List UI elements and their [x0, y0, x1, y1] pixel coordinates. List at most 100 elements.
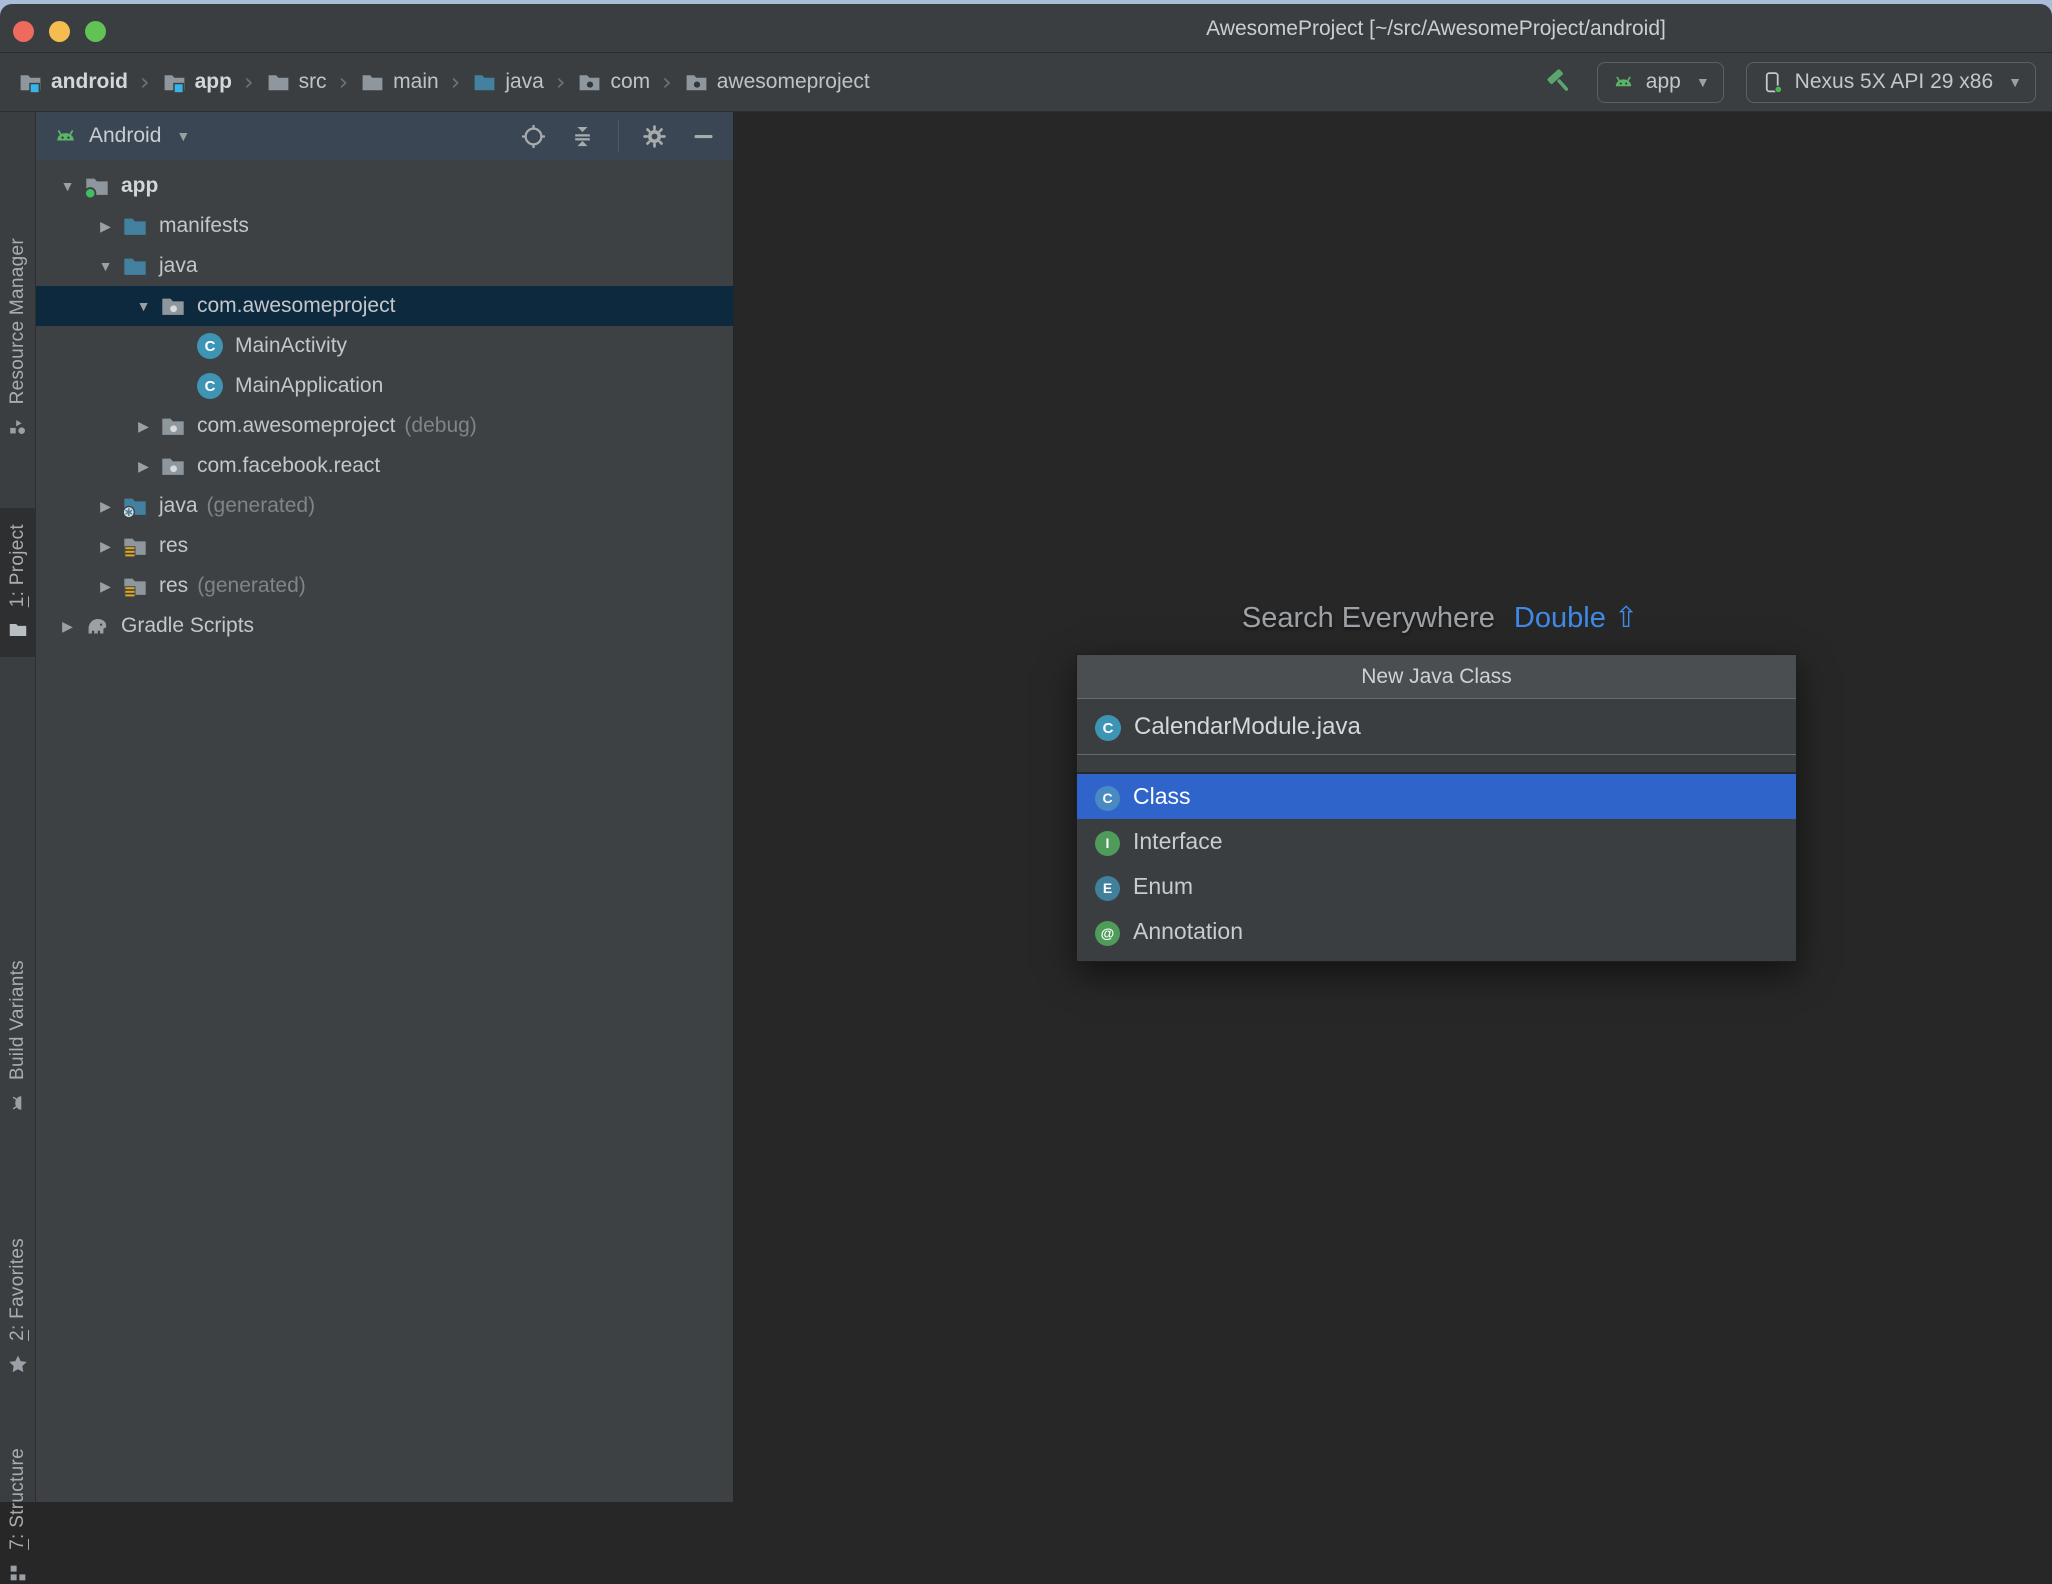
chevron-right-icon[interactable]: ▶ [128, 458, 159, 475]
tree-item-mainactivity[interactable]: C MainActivity [36, 326, 733, 366]
tree-item-app[interactable]: ▼ app [36, 166, 733, 206]
breadcrumb-separator: › [662, 68, 672, 96]
tree-item-label: MainApplication [235, 374, 384, 397]
run-configuration-selector[interactable]: app ▼ [1596, 61, 1724, 103]
tree-item-label: manifests [159, 214, 249, 237]
popup-option-label: Annotation [1133, 918, 1243, 944]
phone-device-icon [1760, 70, 1785, 95]
tree-item-label: app [121, 174, 159, 197]
chevron-right-icon[interactable]: ▶ [90, 578, 121, 595]
class-icon: C [1095, 712, 1121, 742]
project-panel-header: Android ▼ [36, 112, 733, 160]
package-folder-icon [159, 413, 187, 440]
build-variants-icon [7, 1092, 29, 1114]
popup-title: New Java Class [1077, 655, 1796, 699]
favorites-icon [7, 1353, 29, 1375]
breadcrumb-item-com[interactable]: com [577, 70, 650, 95]
breadcrumb-separator: › [338, 68, 349, 96]
tool-strip-item-resource-manager[interactable]: Resource Manager [0, 238, 35, 438]
chevron-right-icon[interactable]: ▶ [90, 538, 121, 555]
chevron-down-icon[interactable]: ▼ [90, 258, 121, 274]
gradle-elephant-icon [83, 613, 111, 640]
popup-option-label: Class [1133, 783, 1191, 809]
package-folder-icon [159, 453, 187, 480]
shift-key-icon: ⇧ [1613, 602, 1639, 634]
folder-teal-icon [121, 213, 149, 240]
shortcut-label: Double [1513, 602, 1606, 634]
tree-item-com.awesomeproject[interactable]: ▼ com.awesomeproject [36, 286, 733, 326]
chevron-right-icon[interactable]: ▶ [128, 418, 159, 435]
close-window-button[interactable] [13, 21, 34, 42]
tree-item-res-generated[interactable]: ▶ res (generated) [36, 566, 733, 606]
chevron-down-icon[interactable]: ▼ [128, 298, 159, 314]
build-hammer-icon[interactable] [1545, 67, 1575, 97]
tool-strip-item-favorites[interactable]: 2: Favorites [0, 1238, 35, 1375]
tool-strip-item-project[interactable]: 1: Project [0, 508, 35, 658]
tree-item-com.facebook.react[interactable]: ▶ com.facebook.react [36, 446, 733, 486]
chevron-right-icon[interactable]: ▶ [90, 498, 121, 515]
toolbar-right-controls: app ▼ Nexus 5X API 29 x86 ▼ [1545, 61, 2052, 103]
class-name-value: CalendarModule.java [1134, 712, 1361, 740]
class-circle-icon: C [197, 373, 225, 400]
annotation-icon: @ [1095, 917, 1120, 946]
tree-item-java-generated[interactable]: ▶ java (generated) [36, 486, 733, 526]
breadcrumb-item-java[interactable]: java [472, 70, 544, 95]
collapse-all-icon[interactable] [569, 123, 596, 150]
res-folder-icon [121, 533, 149, 560]
breadcrumb-label: java [505, 70, 544, 93]
divider [618, 120, 619, 152]
class-name-input[interactable]: C CalendarModule.java [1077, 699, 1796, 755]
popup-option-interface[interactable]: I Interface [1077, 819, 1796, 864]
popup-option-annotation[interactable]: @ Annotation [1077, 909, 1796, 954]
tree-item-gradle-scripts[interactable]: ▶ Gradle Scripts [36, 606, 733, 646]
minimize-window-button[interactable] [49, 21, 70, 42]
project-tool-window: Android ▼ ▼ app ▶ manifests ▼ java ▼ com.awesom… [36, 112, 734, 1502]
popup-option-label: Enum [1133, 873, 1194, 899]
tree-item-label: Gradle Scripts [121, 614, 255, 637]
android-icon [52, 123, 79, 150]
breadcrumb-item-awesomeproject[interactable]: awesomeproject [684, 70, 870, 95]
left-tool-window-strip: Resource Manager 1: Project Build Variant… [0, 112, 36, 1581]
breadcrumb: android › app › src › main › java › com › awesomepro… [0, 68, 870, 96]
hide-panel-icon[interactable] [690, 123, 717, 150]
popup-option-enum[interactable]: E Enum [1077, 864, 1796, 909]
breadcrumb-label: src [298, 70, 327, 93]
kind-list: C Class I Interface E Enum @ Annotation [1077, 774, 1796, 961]
package-folder-icon [159, 293, 187, 320]
tree-item-manifests[interactable]: ▶ manifests [36, 206, 733, 246]
tree-item-suffix: (generated) [206, 494, 316, 517]
breadcrumb-separator: › [140, 68, 150, 96]
breadcrumb-item-src[interactable]: src [266, 70, 327, 95]
chevron-right-icon[interactable]: ▶ [90, 218, 121, 235]
tree-item-com.awesomeproject-debug[interactable]: ▶ com.awesomeproject (debug) [36, 406, 733, 446]
tool-strip-item-structure[interactable]: 7: Structure [0, 1448, 35, 1584]
breadcrumb-separator: › [450, 68, 461, 96]
zoom-window-button[interactable] [85, 21, 106, 42]
chevron-right-icon[interactable]: ▶ [52, 618, 83, 635]
tree-item-java[interactable]: ▼ java [36, 246, 733, 286]
breadcrumb-item-app[interactable]: app [162, 70, 232, 95]
chevron-down-icon[interactable]: ▼ [52, 178, 83, 194]
search-everywhere-label: Search Everywhere [1241, 602, 1495, 634]
tool-strip-label: Resource Manager [6, 238, 28, 405]
project-view-selector[interactable]: Android ▼ [52, 123, 190, 150]
tree-item-label: res [159, 574, 189, 597]
package-folder-icon [684, 70, 709, 95]
locate-file-icon[interactable] [520, 123, 547, 150]
tool-strip-item-build-variants[interactable]: Build Variants [0, 960, 35, 1114]
breadcrumb-item-android[interactable]: android [18, 70, 128, 95]
device-selector-label: Nexus 5X API 29 x86 [1794, 70, 1994, 93]
module-folder-icon [162, 70, 187, 95]
tree-item-res[interactable]: ▶ res [36, 526, 733, 566]
module-folder-icon [18, 70, 43, 95]
tree-item-mainapplication[interactable]: C MainApplication [36, 366, 733, 406]
tree-item-label: com.awesomeproject [197, 414, 396, 437]
breadcrumb-item-main[interactable]: main [360, 70, 439, 95]
tree-item-suffix: (debug) [404, 414, 477, 437]
popup-option-class[interactable]: C Class [1077, 774, 1796, 819]
device-selector[interactable]: Nexus 5X API 29 x86 ▼ [1745, 61, 2036, 103]
breadcrumb-separator: › [243, 68, 254, 96]
chevron-down-icon: ▼ [1695, 74, 1710, 90]
gear-icon[interactable] [641, 123, 668, 150]
folder-icon [360, 70, 385, 95]
